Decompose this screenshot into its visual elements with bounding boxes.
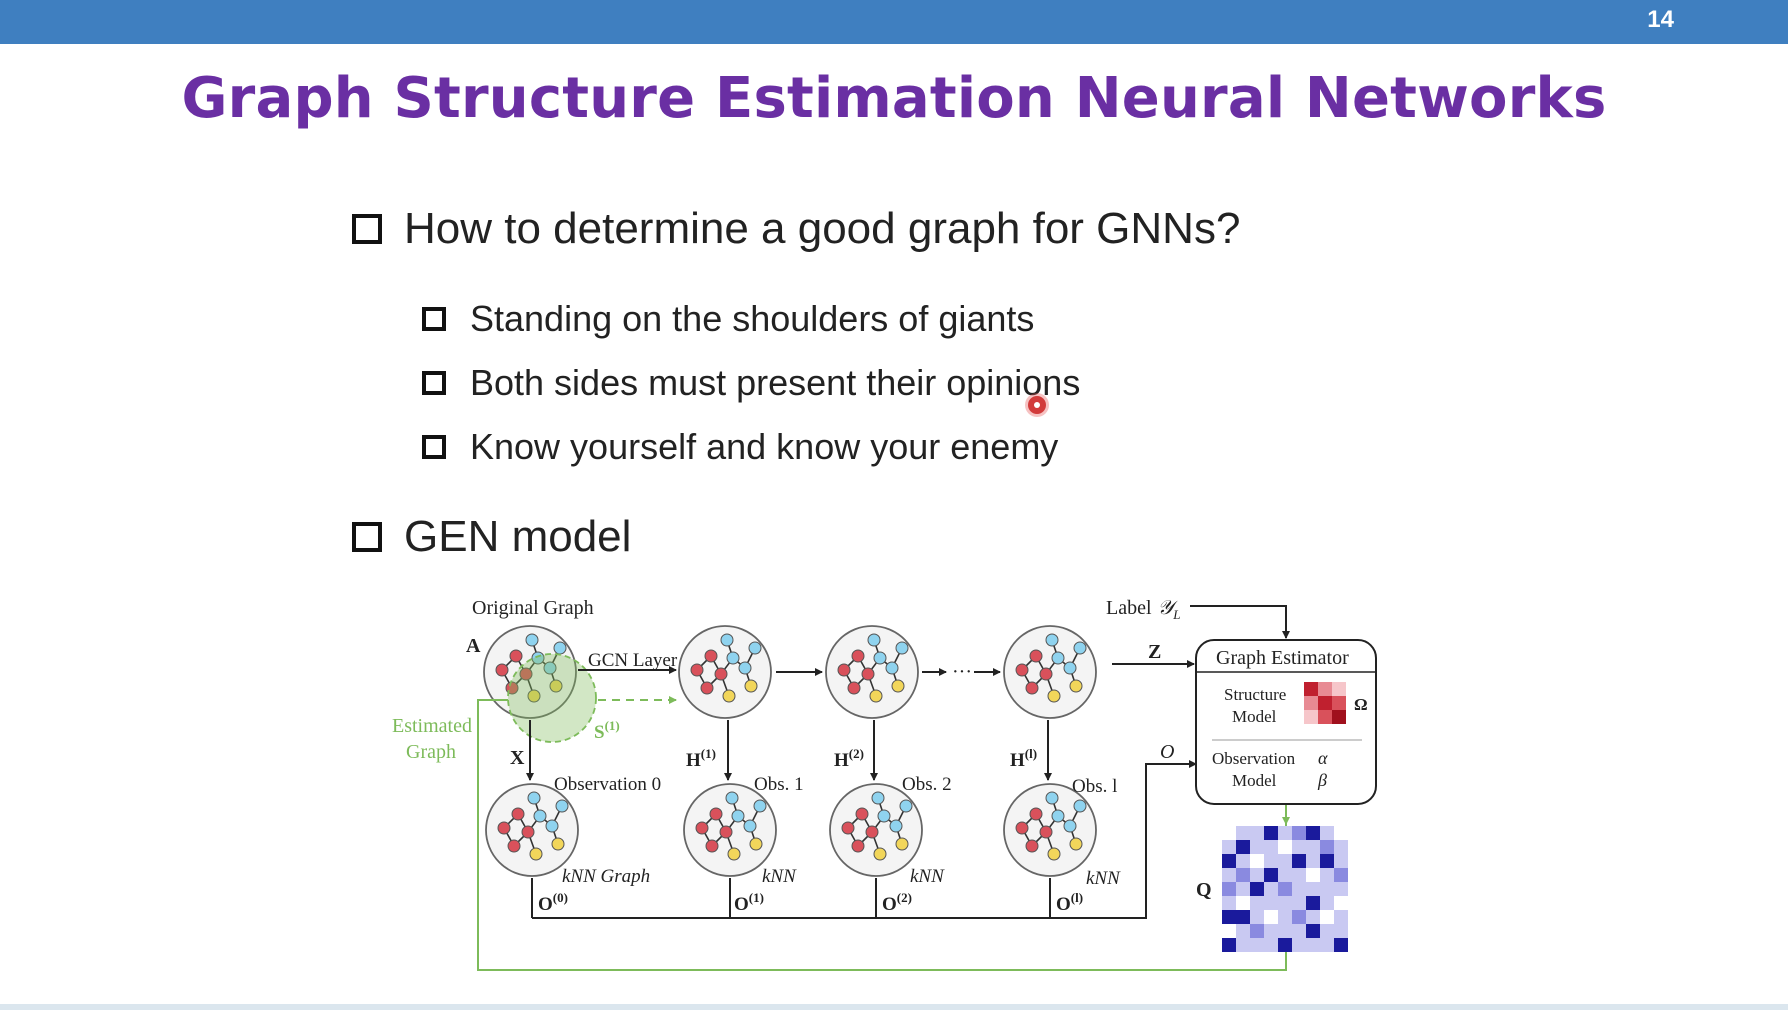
knn-label-2: kNN <box>910 866 945 887</box>
graph-estimator-title: Graph Estimator <box>1216 647 1349 669</box>
alpha-label: α <box>1318 748 1328 768</box>
observation-label: Observation <box>1212 749 1296 768</box>
gcn-hidden-node-1 <box>678 625 772 719</box>
original-graph-label: Original Graph <box>472 597 594 619</box>
h1-label: H(1) <box>686 746 716 771</box>
knn-graph-label: kNN Graph <box>562 866 650 887</box>
o2-label: O(2) <box>882 890 912 915</box>
dots-label: ··· <box>952 661 972 683</box>
gcn-layer-label: GCN Layer <box>588 650 678 671</box>
q-heatmap <box>1222 826 1348 952</box>
beta-label: β <box>1317 770 1327 790</box>
o-script-label: O <box>1160 741 1174 763</box>
observation-node-0 <box>485 783 579 877</box>
o1-label: O(1) <box>734 890 764 915</box>
structure-model-label: Model <box>1232 707 1277 726</box>
label-x: X <box>510 747 525 769</box>
bottom-strip <box>0 1004 1788 1010</box>
ol-label: O(l) <box>1056 890 1083 915</box>
omega-label: Ω <box>1354 695 1368 714</box>
structure-label: Structure <box>1224 685 1286 704</box>
obs-2-label: Obs. 2 <box>902 774 952 795</box>
obs-l-label: Obs. l <box>1072 776 1117 797</box>
observation-node-1 <box>683 783 777 877</box>
label-a: A <box>466 635 481 657</box>
observation-0-label: Observation 0 <box>554 774 661 795</box>
observation-model-label: Model <box>1232 771 1277 790</box>
h2-label: H(2) <box>834 746 864 771</box>
knn-label-1: kNN <box>762 866 797 887</box>
gcn-hidden-node-2 <box>825 625 919 719</box>
knn-label-l: kNN <box>1086 868 1121 889</box>
o0-label: O(0) <box>538 890 568 915</box>
omega-heatmap <box>1304 682 1346 724</box>
label-yl: Label 𝒴L <box>1106 597 1180 622</box>
gen-model-diagram: Original Graph A GCN Layer S(1) Estimate… <box>392 597 1377 971</box>
label-line <box>1190 605 1287 636</box>
obs-1-label: Obs. 1 <box>754 774 804 795</box>
original-graph-node <box>483 625 597 743</box>
observation-node-2 <box>829 783 923 877</box>
z-label: Z <box>1148 641 1161 663</box>
graph-label: Graph <box>406 741 456 763</box>
gcn-hidden-node-l <box>1003 625 1097 719</box>
s1-label: S(1) <box>594 718 620 743</box>
q-label: Q <box>1196 879 1212 901</box>
estimated-label: Estimated <box>392 715 472 737</box>
hl-label: H(l) <box>1010 746 1037 771</box>
observation-node-l <box>1003 783 1097 877</box>
